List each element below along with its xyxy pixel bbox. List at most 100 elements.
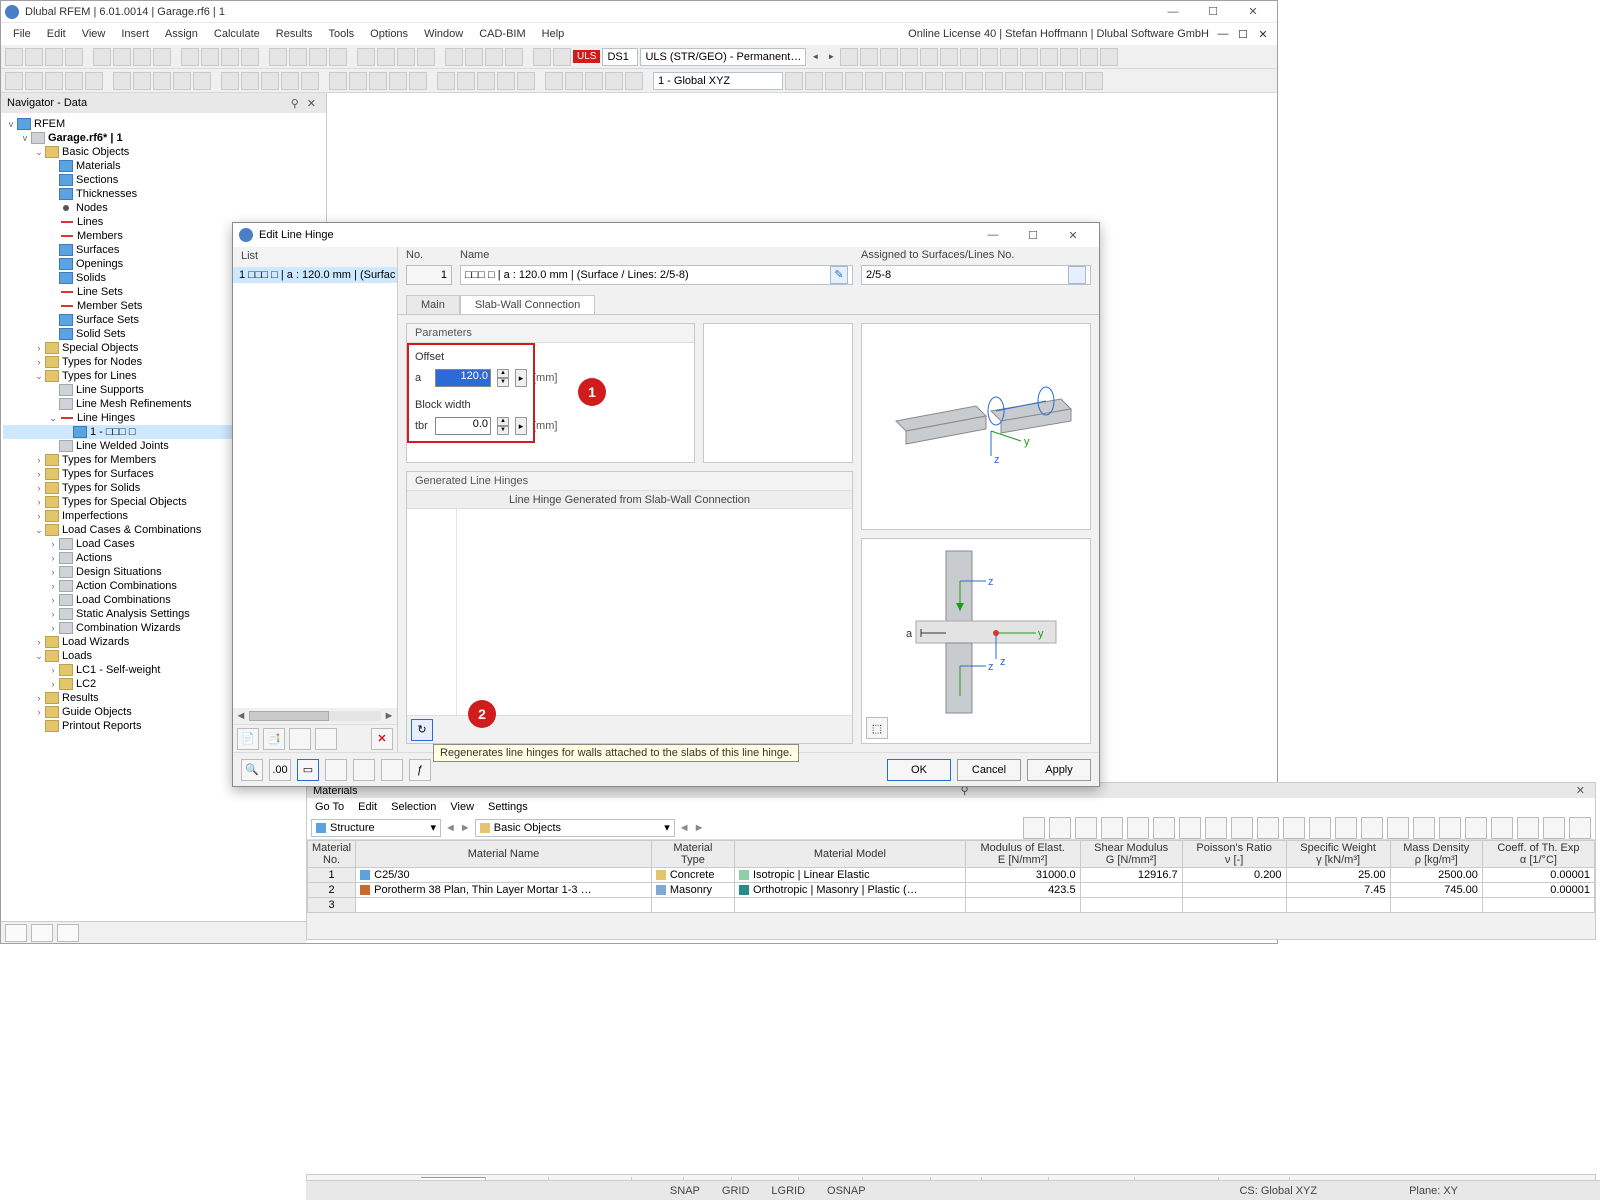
- copy-item-button[interactable]: 📑: [263, 728, 285, 750]
- grid-tool-button[interactable]: [1413, 817, 1435, 839]
- toolbar-button[interactable]: [357, 48, 375, 66]
- toolbar-button[interactable]: [565, 72, 583, 90]
- tree-item[interactable]: Thicknesses: [3, 187, 324, 201]
- toolbar-button[interactable]: [45, 72, 63, 90]
- assigned-field[interactable]: 2/5-8: [861, 265, 1091, 285]
- list-hscroll[interactable]: ◄ ►: [233, 708, 397, 724]
- toolbar-button[interactable]: [289, 48, 307, 66]
- name-field[interactable]: □□□ □ | a : 120.0 mm | (Surface / Lines:…: [460, 265, 853, 285]
- toolbar-button[interactable]: [485, 48, 503, 66]
- toolbar-button[interactable]: [281, 72, 299, 90]
- osnap-toggle[interactable]: OSNAP: [821, 1185, 872, 1197]
- pin-icon[interactable]: ⚲: [287, 97, 303, 110]
- toolbar-button[interactable]: [980, 48, 998, 66]
- mat-menu-edit[interactable]: Edit: [358, 801, 377, 813]
- toolbar-button[interactable]: [329, 48, 347, 66]
- nav-prev-icon[interactable]: ◄: [445, 822, 456, 834]
- preview-tool-button[interactable]: ⬚: [866, 717, 888, 739]
- nav-next-icon[interactable]: ►: [460, 822, 471, 834]
- toolbar-button[interactable]: [1045, 72, 1063, 90]
- toolbar-button[interactable]: [377, 48, 395, 66]
- toolbar-button[interactable]: [465, 48, 483, 66]
- grid-tool-button[interactable]: [1517, 817, 1539, 839]
- toolbar-button[interactable]: [25, 72, 43, 90]
- toolbar-button[interactable]: [113, 72, 131, 90]
- combo-next-icon[interactable]: ►: [824, 48, 838, 66]
- offset-goto-icon[interactable]: ▸: [515, 369, 527, 387]
- cancel-button[interactable]: Cancel: [957, 759, 1021, 781]
- dialog-minimize-icon[interactable]: —: [973, 224, 1013, 246]
- toolbar-button[interactable]: [437, 72, 455, 90]
- tool-button[interactable]: [325, 759, 347, 781]
- no-field[interactable]: 1: [406, 265, 452, 285]
- grid-tool-button[interactable]: [1543, 817, 1565, 839]
- toolbar-button[interactable]: [545, 72, 563, 90]
- grid-tool-button[interactable]: [1335, 817, 1357, 839]
- view-tab-views-icon[interactable]: [57, 924, 79, 942]
- grid-tool-button[interactable]: [1283, 817, 1305, 839]
- mdi-min-icon[interactable]: —: [1213, 23, 1233, 45]
- view-tab-data-icon[interactable]: [5, 924, 27, 942]
- tool-button[interactable]: [353, 759, 375, 781]
- snap-toggle[interactable]: SNAP: [664, 1185, 706, 1197]
- combo-prev-icon[interactable]: ◄: [808, 48, 822, 66]
- ok-button[interactable]: OK: [887, 759, 951, 781]
- mdi-close-icon[interactable]: ✕: [1253, 23, 1273, 45]
- apply-button[interactable]: Apply: [1027, 759, 1091, 781]
- grid-tool-button[interactable]: [1569, 817, 1591, 839]
- toolbar-button[interactable]: [93, 48, 111, 66]
- toolbar-button[interactable]: [517, 72, 535, 90]
- toolbar-button[interactable]: [865, 72, 883, 90]
- toolbar-button[interactable]: [269, 48, 287, 66]
- grid-tool-button[interactable]: [1179, 817, 1201, 839]
- grid-toggle[interactable]: GRID: [716, 1185, 756, 1197]
- dialog-close-icon[interactable]: ✕: [1053, 224, 1093, 246]
- edit-name-icon[interactable]: ✎: [830, 266, 848, 284]
- tool-button[interactable]: [289, 728, 311, 750]
- block-goto-icon[interactable]: ▸: [515, 417, 527, 435]
- grid-tool-button[interactable]: [1387, 817, 1409, 839]
- menu-file[interactable]: File: [5, 26, 39, 42]
- grid-tool-button[interactable]: [1153, 817, 1175, 839]
- mat-menu-selection[interactable]: Selection: [391, 801, 436, 813]
- toolbar-button[interactable]: [605, 72, 623, 90]
- toolbar-button[interactable]: [940, 48, 958, 66]
- toolbar-button[interactable]: [785, 72, 803, 90]
- toolbar-button[interactable]: [409, 72, 427, 90]
- toolbar-button[interactable]: [965, 72, 983, 90]
- toolbar-button[interactable]: [173, 72, 191, 90]
- minimize-button[interactable]: —: [1153, 1, 1193, 23]
- offset-spinner[interactable]: ▲▼: [497, 369, 509, 387]
- toolbar-button[interactable]: [985, 72, 1003, 90]
- toolbar-button[interactable]: [417, 48, 435, 66]
- tree-project[interactable]: vGarage.rf6* | 1: [3, 131, 324, 145]
- toolbar-button[interactable]: [389, 72, 407, 90]
- toolbar-button[interactable]: [553, 48, 571, 66]
- new-item-button[interactable]: 📄: [237, 728, 259, 750]
- toolbar-button[interactable]: [1100, 48, 1118, 66]
- grid-tool-button[interactable]: [1205, 817, 1227, 839]
- zoom-icon[interactable]: 🔍: [241, 759, 263, 781]
- structure-combo[interactable]: Structure▾: [311, 819, 441, 837]
- grid-tool-button[interactable]: [1127, 817, 1149, 839]
- scroll-right-icon[interactable]: ►: [381, 710, 397, 722]
- uls-combo[interactable]: DS1: [602, 48, 638, 66]
- menu-calculate[interactable]: Calculate: [206, 26, 268, 42]
- grid-tool-button[interactable]: [1101, 817, 1123, 839]
- toolbar-button[interactable]: [153, 48, 171, 66]
- menu-window[interactable]: Window: [416, 26, 471, 42]
- toolbar-button[interactable]: [805, 72, 823, 90]
- toolbar-button[interactable]: [945, 72, 963, 90]
- lgrid-toggle[interactable]: LGRID: [765, 1185, 811, 1197]
- tool-button[interactable]: ▭: [297, 759, 319, 781]
- tool-button[interactable]: ƒ: [409, 759, 431, 781]
- toolbar-button[interactable]: [1000, 48, 1018, 66]
- toolbar-button[interactable]: [65, 72, 83, 90]
- toolbar-button[interactable]: [201, 48, 219, 66]
- mat-menu-settings[interactable]: Settings: [488, 801, 528, 813]
- menu-edit[interactable]: Edit: [39, 26, 74, 42]
- cs-combo[interactable]: 1 - Global XYZ: [653, 72, 783, 90]
- toolbar-button[interactable]: [840, 48, 858, 66]
- view-tab-display-icon[interactable]: [31, 924, 53, 942]
- toolbar-button[interactable]: [625, 72, 643, 90]
